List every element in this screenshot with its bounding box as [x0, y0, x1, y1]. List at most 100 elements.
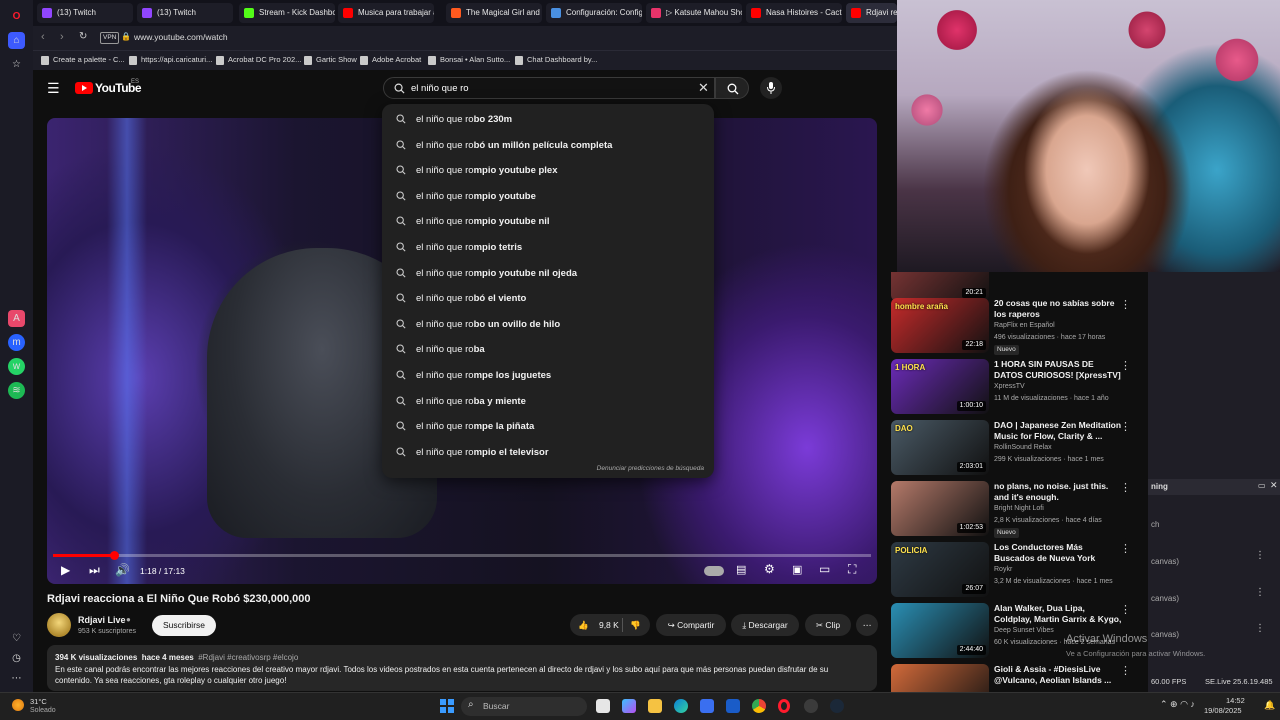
copilot-icon[interactable]	[622, 699, 636, 713]
search-input[interactable]: el niño que ro ✕	[383, 77, 715, 99]
clip-button[interactable]: ✂ Clip	[805, 614, 851, 636]
subscribe-button[interactable]: Suscribirse	[152, 615, 216, 636]
aria-icon[interactable]: A	[8, 310, 25, 327]
edge-icon[interactable]	[674, 699, 688, 713]
obs-row-menu-icon[interactable]: ⋮	[1255, 623, 1265, 634]
video-menu-icon[interactable]: ⋮	[1120, 420, 1131, 433]
dislike-icon[interactable]: 👎	[630, 614, 641, 636]
obs-row-menu-icon[interactable]: ⋮	[1255, 587, 1265, 598]
video-thumbnail[interactable]: hombre araña 22:18	[891, 298, 989, 353]
obs-row[interactable]: canvas)	[1151, 594, 1179, 603]
related-video-title[interactable]: 1 HORA SIN PAUSAS DE DATOS CURIOSOS! [Xp…	[994, 359, 1122, 381]
suggestion-item[interactable]: el niño que rompe la piñata	[382, 414, 714, 439]
miniplayer-icon[interactable]: ▣	[792, 563, 802, 576]
suggestion-item[interactable]: el niño que rompio youtube nil ojeda	[382, 261, 714, 286]
related-video-title[interactable]: 20 cosas que no sabías sobre los raperos	[994, 298, 1122, 320]
share-button[interactable]: ↪ Compartir	[656, 614, 726, 636]
voice-search-button[interactable]	[760, 77, 782, 99]
suggestion-item[interactable]: el niño que robo un ovillo de hilo	[382, 312, 714, 337]
hashtags[interactable]: #Rdjavi #creativosrp #elcojo	[198, 653, 298, 662]
menu-icon[interactable]: ☰	[47, 80, 60, 97]
more-actions-button[interactable]: ⋯	[856, 614, 878, 636]
suggestion-item[interactable]: el niño que rompio youtube plex	[382, 158, 714, 183]
clock-date[interactable]: 19/08/2025	[1204, 706, 1242, 715]
tab[interactable]: ▷ Katsute Mahou Shoujo	[646, 3, 742, 23]
obs-row[interactable]: ch	[1151, 520, 1159, 529]
vpn-badge[interactable]: VPN	[100, 32, 120, 44]
related-video-channel[interactable]: XpressTV	[994, 383, 1025, 390]
store-icon[interactable]	[700, 699, 714, 713]
related-video-title[interactable]: no plans, no noise. just this. and it's …	[994, 481, 1122, 503]
bookmark[interactable]: Gartic Show	[304, 55, 357, 65]
taskbar-search[interactable]: ⌕ Buscar	[461, 697, 587, 716]
related-video[interactable]: DAO 2:03:01 DAO | Japanese Zen Meditation …	[891, 420, 1141, 478]
subtitles-icon[interactable]: ▤	[736, 563, 746, 576]
related-video[interactable]: 1:02:53 no plans, no noise. just this. an…	[891, 481, 1141, 539]
video-menu-icon[interactable]: ⋮	[1120, 298, 1131, 311]
bookmark[interactable]: Chat Dashboard by...	[515, 55, 597, 65]
video-menu-icon[interactable]: ⋮	[1120, 542, 1131, 555]
tray-icons[interactable]: ⌃ ⊕ ◠ ♪	[1160, 699, 1195, 710]
next-icon[interactable]: ⏭	[89, 563, 100, 578]
tab[interactable]: Stream - Kick Dashboard	[239, 3, 335, 23]
play-icon[interactable]: ▶	[61, 563, 70, 577]
volume-icon[interactable]: 🔊	[115, 563, 130, 577]
suggestion-item[interactable]: el niño que roba	[382, 337, 714, 362]
video-thumbnail[interactable]	[891, 664, 989, 692]
video-menu-icon[interactable]: ⋮	[1120, 603, 1131, 616]
weather-temp[interactable]: 31°C	[30, 697, 47, 706]
obs-row-menu-icon[interactable]: ⋮	[1255, 550, 1265, 561]
related-video-channel[interactable]: RapFlix en Español	[994, 322, 1055, 329]
tab[interactable]: Musica para trabajar activ	[338, 3, 434, 23]
related-video[interactable]: hombre araña 22:18 20 cosas que no sabías …	[891, 298, 1141, 356]
fullscreen-icon[interactable]: ⛶	[848, 562, 856, 577]
video-menu-icon[interactable]: ⋮	[1120, 664, 1131, 677]
related-video-channel[interactable]: Deep Sunset Vibes	[994, 627, 1054, 634]
suggestion-item[interactable]: el niño que rompio tetris	[382, 235, 714, 260]
related-video-channel[interactable]: Bright Night Lofi	[994, 505, 1044, 512]
related-video-title[interactable]: Alan Walker, Dua Lipa, Coldplay, Martin …	[994, 603, 1122, 627]
related-video-channel[interactable]: Roykr	[994, 566, 1012, 573]
video-thumbnail[interactable]: 2:44:40	[891, 603, 989, 658]
clear-search-icon[interactable]: ✕	[698, 80, 709, 96]
suggestion-item[interactable]: el niño que rompe los juguetes	[382, 363, 714, 388]
video-thumbnail[interactable]: 1:02:53	[891, 481, 989, 536]
channel-name[interactable]: Rdjavi Live	[78, 615, 126, 625]
like-icon[interactable]: 👍	[578, 620, 589, 630]
bookmark[interactable]: Bonsai • Alan Sutto...	[428, 55, 510, 65]
opera-logo-icon[interactable]: O	[8, 8, 25, 25]
history-icon[interactable]: ◷	[8, 650, 25, 667]
close-icon[interactable]: ✕	[1270, 480, 1278, 491]
related-video[interactable]: Gioli & Assia - #DiesisLive @Vulcano, Ae…	[891, 664, 1141, 692]
youtube-logo-icon[interactable]	[75, 82, 93, 94]
download-button[interactable]: ⤓ Descargar	[731, 614, 799, 636]
bookmark[interactable]: Acrobat DC Pro 202...	[216, 55, 301, 65]
related-video-title[interactable]: DAO | Japanese Zen Meditation Music for …	[994, 420, 1122, 442]
related-video-title[interactable]: Los Conductores Más Buscados de Nueva Yo…	[994, 542, 1122, 564]
forward-icon[interactable]: ›	[60, 31, 64, 43]
channel-avatar[interactable]	[47, 613, 71, 637]
whatsapp-icon[interactable]: w	[8, 358, 25, 375]
bookmark[interactable]: Adobe Acrobat	[360, 55, 421, 65]
settings-gear-icon[interactable]: ⚙	[764, 562, 775, 576]
suggestion-item[interactable]: el niño que rompio youtube	[382, 184, 714, 209]
like-count[interactable]: 9,8 K	[599, 620, 619, 630]
tab[interactable]: (13) Twitch	[137, 3, 233, 23]
bookmark[interactable]: https://api.caricaturi...	[129, 55, 212, 65]
tab[interactable]: Configuración: Configurar	[546, 3, 642, 23]
heart-icon[interactable]: ♡	[8, 630, 25, 647]
video-menu-icon[interactable]: ⋮	[1120, 481, 1131, 494]
spotify-icon[interactable]: ≋	[8, 382, 25, 399]
mail-icon[interactable]	[726, 699, 740, 713]
tab[interactable]: (13) Twitch	[37, 3, 133, 23]
steam-icon[interactable]	[830, 699, 844, 713]
messenger-icon[interactable]: m	[8, 334, 25, 351]
file-explorer-icon[interactable]	[648, 699, 662, 713]
obs-icon[interactable]	[804, 699, 818, 713]
suggestion-item[interactable]: el niño que robó un millón película comp…	[382, 133, 714, 158]
suggestion-item[interactable]: el niño que roba y miente	[382, 389, 714, 414]
more-icon[interactable]: ⋯	[8, 670, 25, 687]
suggestion-item[interactable]: el niño que robo 230m	[382, 107, 714, 132]
video-menu-icon[interactable]: ⋮	[1120, 359, 1131, 372]
star-icon[interactable]: ☆	[8, 56, 25, 73]
